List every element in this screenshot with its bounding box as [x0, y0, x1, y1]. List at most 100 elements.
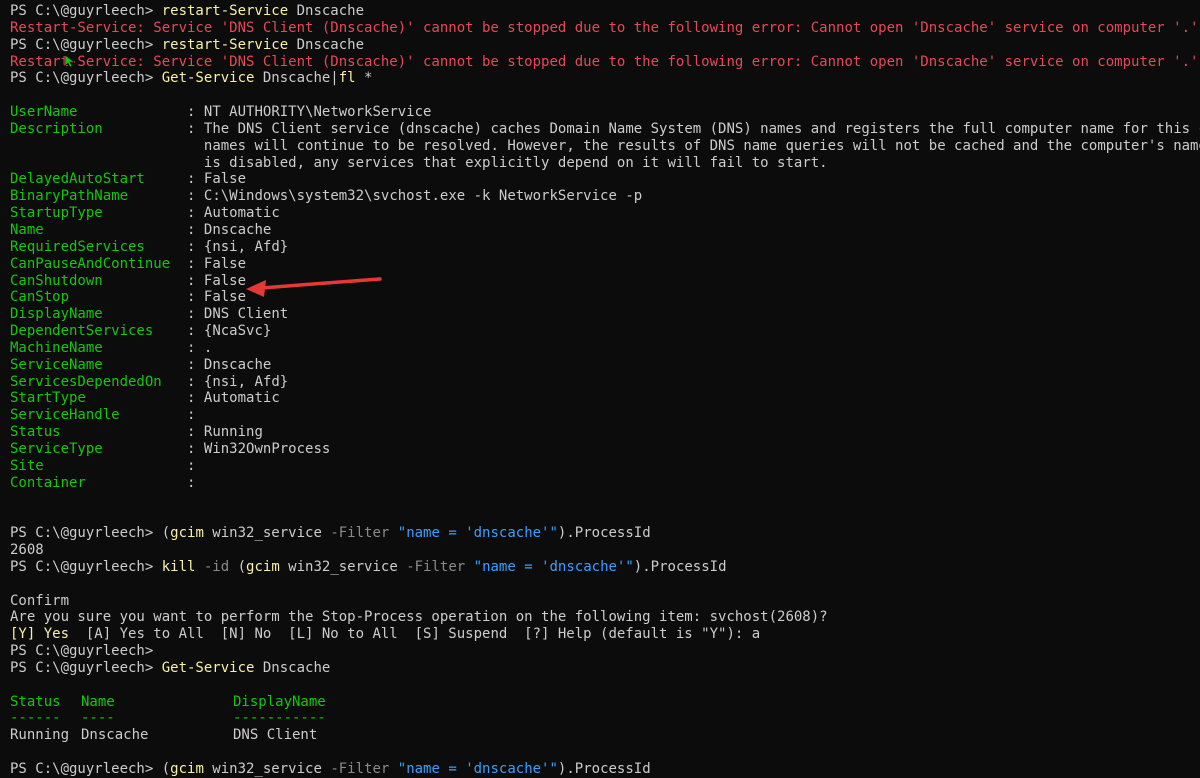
filter-parameter: -Filter: [330, 760, 390, 777]
filter-parameter: -Filter: [406, 558, 466, 575]
filter-parameter: -Filter: [330, 525, 390, 542]
property-row: MachineName : .: [10, 340, 1200, 357]
property-name: StartType: [10, 390, 171, 407]
property-name: Name: [10, 221, 171, 238]
property-separator: :: [178, 205, 204, 222]
command-line: PS C:\@guyrleech> Get-Service Dnscache|f…: [10, 70, 1200, 87]
command-name: fl: [338, 70, 356, 87]
property-name: Container: [10, 474, 171, 491]
padding: [170, 273, 178, 289]
property-name: UserName: [10, 104, 171, 121]
padding: [170, 121, 178, 137]
property-row: StartupType : Automatic: [10, 205, 1200, 222]
property-value: Automatic: [203, 205, 280, 222]
padding: [170, 424, 178, 440]
property-separator: :: [178, 424, 204, 441]
property-row: DisplayName : DNS Client: [10, 306, 1200, 323]
property-row: CanPauseAndContinue : False: [10, 256, 1200, 273]
pipe-symbol: |: [330, 70, 339, 87]
column-status: ------: [10, 710, 61, 727]
property-separator: [179, 138, 204, 154]
command-line: PS C:\@guyrleech> Get-Service Dnscache: [10, 660, 1200, 677]
property-row: Status : Running: [10, 424, 1200, 441]
property-row: ServiceHandle :: [10, 407, 1200, 424]
property-value: DNS Client: [203, 306, 289, 323]
error-line: Restart-Service: Service 'DNS Client (Dn…: [10, 54, 1200, 71]
command-name: Get-Service: [161, 70, 255, 87]
gcim-command: gcim: [246, 558, 280, 575]
property-name: Site: [10, 457, 171, 474]
property-separator: :: [178, 440, 204, 457]
confirm-question: Are you sure you want to perform the Sto…: [10, 609, 828, 626]
property-value: C:\Windows\system32\svchost.exe -k Netwo…: [203, 188, 643, 205]
property-row: Container :: [10, 475, 1200, 492]
property-name: Description: [10, 120, 171, 137]
property-row: ServiceType : Win32OwnProcess: [10, 441, 1200, 458]
red-arrow-head: [246, 280, 266, 297]
paren-open: (: [161, 525, 171, 542]
property-row: DelayedAutoStart : False: [10, 171, 1200, 188]
property-row: CanStop : False: [10, 289, 1200, 306]
property-row: CanShutdown : False: [10, 273, 1200, 290]
red-arrow-annotation: [246, 277, 382, 297]
property-value: The DNS Client service (dnscache) caches…: [203, 120, 1200, 137]
terminal-window[interactable]: PS C:\@guyrleech> restart-Service Dnscac…: [0, 0, 1200, 778]
prompt-text: PS C:\@guyrleech>: [10, 558, 162, 575]
property-separator: :: [178, 306, 204, 323]
prompt-text: PS C:\@guyrleech>: [10, 643, 162, 660]
property-value: Win32OwnProcess: [203, 440, 331, 457]
property-name: ServiceHandle: [10, 407, 171, 424]
property-value: False: [203, 171, 247, 188]
prompt-text: PS C:\@guyrleech>: [10, 36, 162, 53]
command-argument: Dnscache: [288, 36, 365, 53]
property-name: ServiceName: [10, 356, 171, 373]
padding: [170, 138, 178, 154]
command-line: PS C:\@guyrleech> (gcim win32_service -F…: [10, 761, 1200, 778]
command-line: PS C:\@guyrleech>: [10, 643, 1200, 660]
property-row: Name : Dnscache: [10, 222, 1200, 239]
property-name: DelayedAutoStart: [10, 171, 171, 188]
table-header-row: Status Name DisplayName: [10, 694, 1200, 711]
paren-open: (: [237, 558, 247, 575]
property-separator: :: [178, 272, 204, 289]
command-argument: *: [355, 70, 373, 87]
padding: [170, 222, 178, 238]
property-row: Site :: [10, 458, 1200, 475]
property-row: Description : The DNS Client service (dn…: [10, 121, 1200, 138]
column-name: Name: [81, 693, 115, 710]
paren-open: (: [161, 760, 171, 777]
property-value: Dnscache: [203, 221, 272, 238]
property-value: .: [203, 339, 213, 356]
process-id-output: 2608: [10, 542, 44, 558]
property-name: MachineName: [10, 339, 171, 356]
property-separator: :: [178, 356, 204, 373]
property-row: StartType : Automatic: [10, 390, 1200, 407]
mouse-cursor-icon: [64, 54, 74, 68]
confirm-question-line: Are you sure you want to perform the Sto…: [10, 609, 1200, 626]
padding: [170, 306, 178, 322]
terminal-output: PS C:\@guyrleech> restart-Service Dnscac…: [10, 3, 1200, 778]
property-row: ServicesDependedOn : {nsi, Afd}: [10, 374, 1200, 391]
property-separator: :: [178, 323, 204, 340]
property-value: {NcaSvc}: [203, 323, 272, 340]
column-name: ----: [81, 710, 115, 727]
command-line: PS C:\@guyrleech> (gcim win32_service -F…: [10, 525, 1200, 542]
processid-suffix: ).ProcessId: [557, 525, 651, 542]
property-separator: :: [178, 238, 204, 255]
property-value: {nsi, Afd}: [203, 238, 289, 255]
padding: [170, 390, 178, 406]
command-line: PS C:\@guyrleech> restart-Service Dnscac…: [10, 3, 1200, 20]
command-line: PS C:\@guyrleech> kill -id (gcim win32_s…: [10, 559, 1200, 576]
property-row: names will continue to be resolved. Howe…: [10, 138, 1200, 155]
property-name: BinaryPathName: [10, 188, 171, 205]
command-argument: Dnscache: [254, 659, 331, 676]
id-parameter: -id: [195, 558, 238, 575]
padding: [170, 256, 178, 272]
property-row: RequiredServices : {nsi, Afd}: [10, 239, 1200, 256]
property-value: NT AUTHORITY\NetworkService: [203, 104, 432, 121]
property-name: CanShutdown: [10, 272, 171, 289]
property-separator: :: [178, 120, 204, 137]
padding: [170, 374, 178, 390]
